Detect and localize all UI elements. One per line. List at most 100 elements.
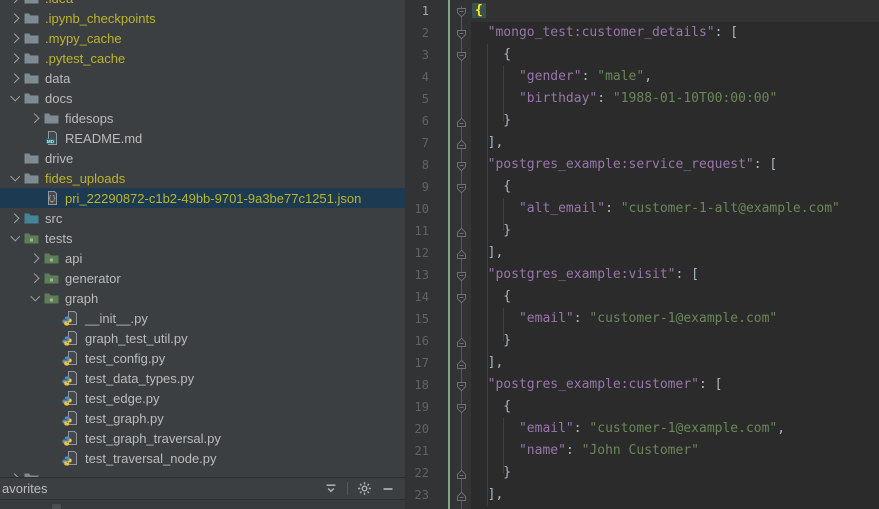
tree-item-__init__.py[interactable]: __init__.py [0,308,405,328]
fold-collapse-end-icon[interactable] [456,115,467,133]
fold-collapse-start-icon[interactable] [456,291,467,309]
chevron-right-icon[interactable] [8,210,23,226]
code-line[interactable]: 5 "birthday": "1988-01-10T00:00:00" [405,88,879,110]
fold-collapse-end-icon[interactable] [456,467,467,485]
fold-collapse-start-icon[interactable] [456,27,467,45]
json-string: "customer-1-alt@example.com" [621,201,840,216]
code-line[interactable]: 7 ], [405,132,879,154]
code-line[interactable]: 3 { [405,44,879,66]
code-line[interactable]: 22 } [405,462,879,484]
tree-item-README.md[interactable]: MDREADME.md [0,128,405,148]
fold-collapse-start-icon[interactable] [456,5,467,23]
tree-item-data[interactable]: data [0,68,405,88]
chevron-right-icon[interactable] [8,0,23,6]
code-text: { [472,0,486,22]
json-punctuation [472,377,488,392]
tree-item-tests[interactable]: tests [0,228,405,248]
line-number: 23 [405,484,429,506]
fold-collapse-start-icon[interactable] [456,159,467,177]
tree-item-.ipynb_checkpoints[interactable]: .ipynb_checkpoints [0,8,405,28]
chevron-glyph [10,33,19,42]
tree-item-fidesops[interactable]: fidesops [0,108,405,128]
code-line[interactable]: 16 } [405,330,879,352]
folder-icon [23,71,40,86]
code-line[interactable]: 17 ], [405,352,879,374]
fold-collapse-end-icon[interactable] [456,137,467,155]
code-line[interactable]: 4 "gender": "male", [405,66,879,88]
tree-item-generator[interactable]: generator [0,268,405,288]
code-line[interactable]: 6 } [405,110,879,132]
fold-collapse-end-icon[interactable] [456,225,467,243]
tree-item-.pytest_cache[interactable]: .pytest_cache [0,48,405,68]
tree-item-partial[interactable] [0,468,405,477]
tree-item-drive[interactable]: drive [0,148,405,168]
chevron-right-icon[interactable] [8,50,23,66]
code-line[interactable]: 15 "email": "customer-1@example.com" [405,308,879,330]
json-punctuation: { [472,289,511,304]
fold-collapse-start-icon[interactable] [456,181,467,199]
code-line[interactable]: 2 "mongo_test:customer_details": [ [405,22,879,44]
json-key: "mongo_test:customer_details" [488,25,715,40]
chevron-down-icon[interactable] [28,290,43,306]
chevron-right-icon[interactable] [28,250,43,266]
code-line[interactable]: 12 ], [405,242,879,264]
code-line[interactable]: 9 { [405,176,879,198]
code-line[interactable]: 1{ [405,0,879,22]
tree-item-test_graph_traversal.py[interactable]: test_graph_traversal.py [0,428,405,448]
fold-collapse-end-icon[interactable] [456,489,467,507]
json-punctuation: : [ [699,377,722,392]
tree-item-docs[interactable]: docs [0,88,405,108]
tree-item-test_traversal_node.py[interactable]: test_traversal_node.py [0,448,405,468]
tree-item-test_config.py[interactable]: test_config.py [0,348,405,368]
line-number: 3 [405,44,429,66]
code-line[interactable]: 13 "postgres_example:visit": [ [405,264,879,286]
code-line[interactable]: 19 { [405,396,879,418]
tree-item-test_graph.py[interactable]: test_graph.py [0,408,405,428]
fold-collapse-start-icon[interactable] [456,379,467,397]
fold-collapse-start-icon[interactable] [456,269,467,287]
json-punctuation: : [ [754,157,777,172]
tree-item-pri_22290872-c1b2-49bb-9701-9a3be77c1251.json[interactable]: {} pri_22290872-c1b2-49bb-9701-9a3be77c1… [0,188,405,208]
hide-toolwindow-icon[interactable] [381,482,395,496]
code-line[interactable]: 11 } [405,220,879,242]
code-text: { [472,44,511,66]
code-line[interactable]: 23 ], [405,484,879,506]
chevron-right-icon[interactable] [8,30,23,46]
settings-gear-icon[interactable] [357,481,372,496]
line-number: 21 [405,440,429,462]
fold-collapse-end-icon[interactable] [456,247,467,265]
chevron-glyph [10,73,19,82]
tree-item-fides_uploads[interactable]: fides_uploads [0,168,405,188]
chevron-down-icon[interactable] [8,170,23,186]
code-line[interactable]: 21 "name": "John Customer" [405,440,879,462]
fold-collapse-start-icon[interactable] [456,49,467,67]
chevron-right-icon[interactable] [28,110,43,126]
tree-item-graph_test_util.py[interactable]: graph_test_util.py [0,328,405,348]
chevron-right-icon[interactable] [8,470,23,477]
tree-item-test_data_types.py[interactable]: test_data_types.py [0,368,405,388]
fold-collapse-end-icon[interactable] [456,335,467,353]
chevron-right-icon[interactable] [8,10,23,26]
code-line[interactable]: 14 { [405,286,879,308]
fold-collapse-end-icon[interactable] [456,357,467,375]
collapse-all-icon[interactable] [324,482,338,496]
chevron-right-icon[interactable] [8,70,23,86]
chevron-down-icon[interactable] [8,230,23,246]
tree-item-.idea[interactable]: .idea [0,0,405,8]
json-string: "1988-01-10T00:00:00" [613,91,777,106]
tree-item-src[interactable]: src [0,208,405,228]
fold-collapse-start-icon[interactable] [456,401,467,419]
tree-item-.mypy_cache[interactable]: .mypy_cache [0,28,405,48]
json-punctuation [472,69,519,84]
code-line[interactable]: 20 "email": "customer-1@example.com", [405,418,879,440]
chevron-right-icon[interactable] [28,270,43,286]
code-line[interactable]: 10 "alt_email": "customer-1-alt@example.… [405,198,879,220]
editor[interactable]: 1{2 "mongo_test:customer_details": [3 {4… [405,0,879,509]
chevron-down-icon[interactable] [8,90,23,106]
tree-item-graph[interactable]: graph [0,288,405,308]
tree-item-test_edge.py[interactable]: test_edge.py [0,388,405,408]
code-line[interactable]: 18 "postgres_example:customer": [ [405,374,879,396]
tree-item-label: test_graph_traversal.py [85,431,221,446]
code-line[interactable]: 8 "postgres_example:service_request": [ [405,154,879,176]
tree-item-api[interactable]: api [0,248,405,268]
